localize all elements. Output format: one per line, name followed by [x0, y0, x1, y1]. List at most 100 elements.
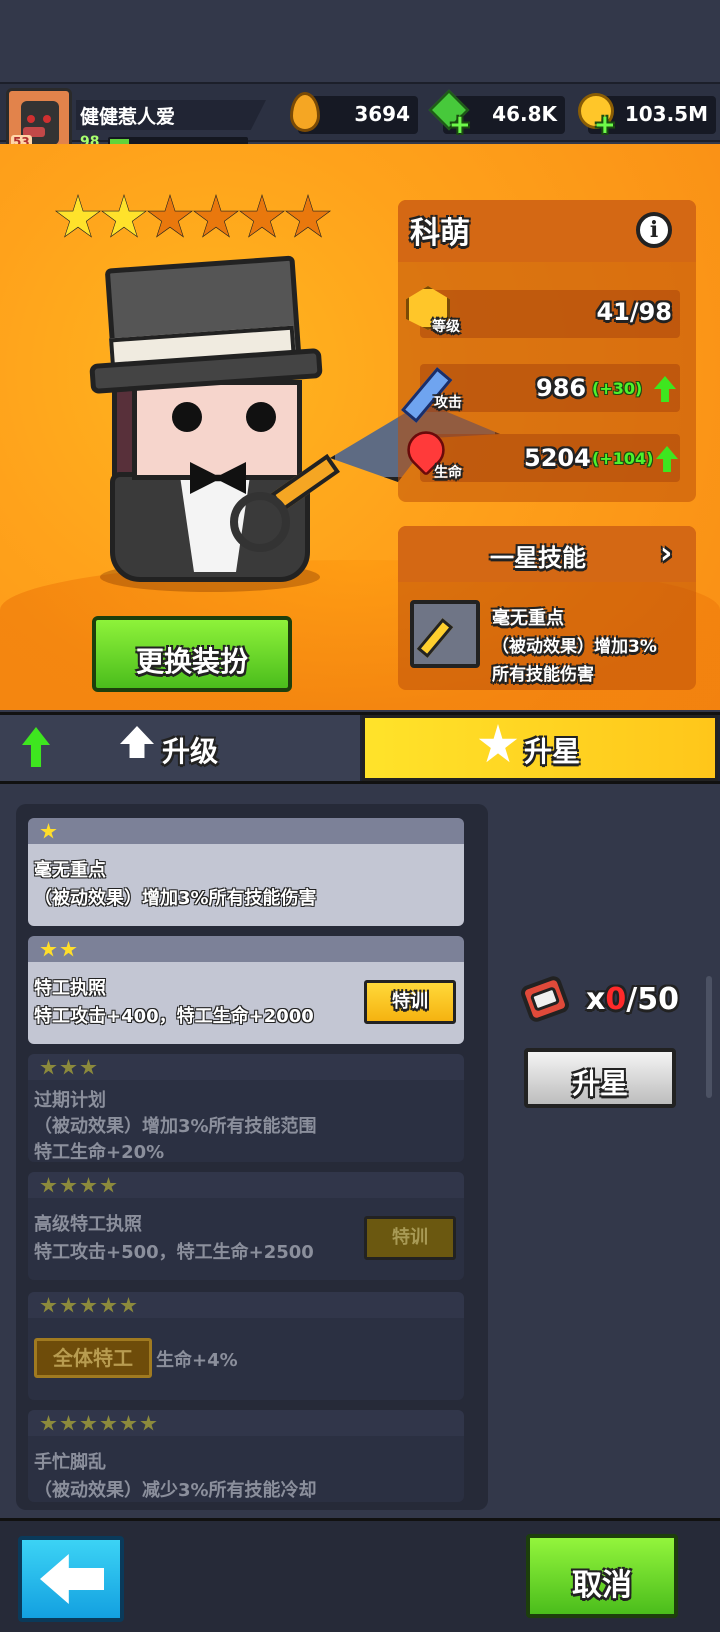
- star-icon: [120, 1297, 137, 1313]
- star-icon: [100, 1297, 117, 1313]
- star-icon: [60, 941, 77, 957]
- arrow-up-icon: [654, 376, 676, 402]
- star-reward-line: （被动效果）增加3%所有技能范围: [34, 1116, 317, 1137]
- star-icon: [80, 1177, 97, 1193]
- star-up-button[interactable]: 升星: [524, 1048, 676, 1108]
- fragment-count-need: /50: [626, 982, 679, 1017]
- star-icon: [40, 1415, 57, 1431]
- chevron-right-icon[interactable]: ›: [660, 536, 672, 571]
- stat-row-attack: 攻击 986 (+30): [401, 364, 680, 423]
- resource-gem[interactable]: + 46.8K: [428, 89, 565, 140]
- star-reward-line: 生命+4%: [156, 1350, 238, 1371]
- star-reward-card-header: [28, 1410, 464, 1436]
- skill-name: 毫无重点: [492, 608, 564, 629]
- stat-value-attack: 986: [536, 374, 587, 402]
- star-reward-card-header: [28, 1054, 464, 1080]
- train-button[interactable]: 特训: [364, 980, 456, 1024]
- change-outfit-label: 更换装扮: [135, 645, 248, 678]
- star-reward-card-header: [28, 1292, 464, 1318]
- stat-bonus-life: (+104): [592, 449, 654, 468]
- stat-label-level: 等级: [432, 319, 460, 335]
- skill-description-line1: （被动效果）增加3%: [492, 637, 657, 657]
- star-reward-card-body: 毫无重点 （被动效果）增加3%所有技能伤害: [28, 844, 464, 926]
- star-icon: [60, 1177, 77, 1193]
- stat-value-level: 41/98: [596, 298, 672, 326]
- hero-character: [80, 255, 500, 602]
- fragment-count-prefix: x: [586, 982, 606, 1017]
- skill-icon: [410, 600, 480, 668]
- star-reward-card: 手忙脚乱 （被动效果）减少3%所有技能冷却: [28, 1410, 464, 1502]
- hero-fragment-icon: [518, 973, 572, 1025]
- back-button[interactable]: [18, 1536, 124, 1622]
- star-icon: [80, 1297, 97, 1313]
- character-head: [132, 380, 302, 480]
- star-reward-card: 全体特工 生命+4%: [28, 1292, 464, 1400]
- star-reward-card: 高级特工执照特工攻击+500，特工生命+2500 特训: [28, 1172, 464, 1280]
- plus-icon: +: [594, 110, 616, 140]
- drop-icon: [290, 92, 320, 132]
- stat-value-life: 5204: [524, 444, 591, 472]
- resource-gem-value: 46.8K: [492, 102, 557, 126]
- arrow-left-icon: [40, 1554, 104, 1604]
- star-reward-card-body: 高级特工执照特工攻击+500，特工生命+2500 特训: [28, 1198, 464, 1280]
- resource-drop[interactable]: 3694: [290, 92, 418, 134]
- star-up-button-label: 升星: [571, 1067, 628, 1100]
- star-reward-card-body: 全体特工 生命+4%: [28, 1318, 464, 1400]
- star-icon: [40, 941, 57, 957]
- star-reward-line: 特工生命+20%: [34, 1142, 165, 1162]
- star-icon: [60, 1059, 77, 1075]
- train-button[interactable]: 特训: [364, 1216, 456, 1260]
- star-reward-line: （被动效果）减少3%所有技能冷却: [34, 1480, 317, 1501]
- all-agents-tag: 全体特工: [34, 1338, 152, 1378]
- star-reward-line: 特工攻击+400，特工生命+2000: [34, 1006, 314, 1027]
- star-reward-line: 特工攻击+500，特工生命+2500: [34, 1242, 314, 1263]
- stat-row-life: 生命 5204 (+104): [399, 423, 680, 482]
- star-reward-line: （被动效果）增加3%所有技能伤害: [34, 888, 317, 909]
- star-reward-card-body: 特工执照特工攻击+400，特工生命+2000 特训: [28, 962, 464, 1044]
- star-icon: [100, 1415, 117, 1431]
- star-icon: [40, 1177, 57, 1193]
- star-icon: [40, 1059, 57, 1075]
- arrow-up-icon: [656, 446, 678, 472]
- star-reward-card: 特工执照特工攻击+400，特工生命+2000 特训: [28, 936, 464, 1044]
- star-reward-line: 高级特工执照: [34, 1214, 142, 1235]
- stat-label-life: 生命: [434, 465, 462, 481]
- star-skill-title: 一星技能: [490, 544, 586, 572]
- star-reward-line: 毫无重点: [34, 860, 106, 881]
- stat-bonus-attack: (+30): [592, 379, 643, 398]
- resource-coin[interactable]: + 103.5M: [578, 93, 716, 140]
- star-icon: [100, 1177, 117, 1193]
- star-icon: [40, 823, 57, 839]
- fragment-count-have: 0: [605, 982, 627, 1017]
- star-reward-card-body: 过期计划 （被动效果）增加3%所有技能范围 特工生命+20%: [28, 1080, 464, 1162]
- star-icon: [80, 1415, 97, 1431]
- star-icon: [80, 1059, 97, 1075]
- character-eye: [172, 402, 202, 432]
- star-icon: [140, 1415, 157, 1431]
- star-reward-line: 特工执照: [34, 978, 106, 999]
- resource-drop-value: 3694: [354, 102, 410, 126]
- star-icon: [40, 1297, 57, 1313]
- stat-label-attack: 攻击: [434, 395, 462, 411]
- tab-star-up-label: 升星: [524, 735, 581, 768]
- scrollbar[interactable]: [706, 976, 712, 1098]
- change-outfit-button[interactable]: 更换装扮: [92, 616, 292, 692]
- star-icon: [60, 1415, 77, 1431]
- player-name: 健健惹人爱: [76, 100, 266, 130]
- skill-description-line2: 所有技能伤害: [492, 665, 594, 685]
- star-reward-card-header: [28, 818, 464, 844]
- star-reward-line: 手忙脚乱: [34, 1452, 106, 1473]
- info-button[interactable]: i: [636, 212, 672, 248]
- character-eye: [246, 402, 276, 432]
- cancel-button[interactable]: 取消: [526, 1534, 678, 1618]
- fragment-count: x0/50: [586, 982, 679, 1017]
- star-reward-line: 过期计划: [34, 1090, 106, 1111]
- stat-row-level: 等级 41/98: [406, 286, 680, 338]
- hero-name: 科萌: [410, 216, 470, 251]
- star-reward-card: 过期计划 （被动效果）增加3%所有技能范围 特工生命+20%: [28, 1054, 464, 1162]
- star-reward-card-body: 手忙脚乱 （被动效果）减少3%所有技能冷却: [28, 1436, 464, 1502]
- cancel-button-label: 取消: [572, 1568, 632, 1603]
- kunai-ring: [230, 492, 290, 552]
- plus-icon: +: [449, 110, 471, 140]
- star-icon: [60, 1297, 77, 1313]
